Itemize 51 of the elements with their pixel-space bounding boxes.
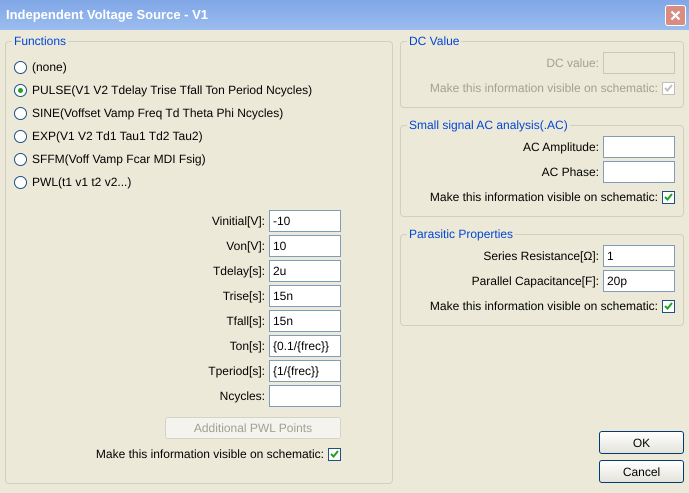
- radio-option[interactable]: SINE(Voffset Vamp Freq Td Theta Phi Ncycles): [14, 104, 384, 122]
- dialog-button[interactable]: OK: [599, 431, 684, 454]
- field-label: Ncycles:: [220, 388, 265, 405]
- input-field[interactable]: 1: [603, 245, 675, 267]
- field-label: DC value:: [546, 55, 599, 72]
- checkbox[interactable]: [328, 448, 341, 460]
- check-icon: [330, 450, 339, 458]
- dialog-button[interactable]: Cancel: [599, 460, 684, 483]
- input-field[interactable]: 2u: [269, 260, 341, 282]
- field-label: Ton[s]:: [230, 338, 265, 355]
- field-label: AC Amplitude:: [522, 139, 599, 156]
- input-field[interactable]: {0.1/{frec}}: [269, 335, 341, 357]
- window-title: Independent Voltage Source - V1: [6, 6, 208, 24]
- group-title: DC Value: [408, 33, 460, 50]
- radio-option[interactable]: PULSE(V1 V2 Tdelay Trise Tfall Ton Period Ncycles): [14, 81, 384, 99]
- input-field[interactable]: [603, 136, 675, 158]
- checkbox-label: Make this information visible on schematic:: [430, 298, 658, 315]
- input-field[interactable]: 20p: [603, 270, 675, 292]
- checkbox-label: Make this information visible on schematic:: [96, 446, 324, 463]
- checkbox-label: Make this information visible on schematic:: [430, 189, 658, 206]
- check-icon: [664, 302, 673, 310]
- check-icon: [664, 84, 673, 92]
- check-icon: [664, 193, 673, 201]
- input-field[interactable]: [269, 385, 341, 407]
- input-field[interactable]: {1/{frec}}: [269, 360, 341, 382]
- radio-option[interactable]: (none): [14, 58, 384, 76]
- input-field[interactable]: 15n: [269, 285, 341, 307]
- input-field[interactable]: 10: [269, 235, 341, 257]
- radio-option[interactable]: SFFM(Voff Vamp Fcar MDI Fsig): [14, 150, 384, 168]
- field-label: Tdelay[s]:: [212, 263, 265, 280]
- group-title: Parasitic Properties: [408, 226, 514, 243]
- group-title: Functions: [13, 33, 68, 50]
- group-title: Small signal AC analysis(.AC): [408, 117, 569, 134]
- input-field[interactable]: 15n: [269, 310, 341, 332]
- field-label: Von[V]:: [226, 238, 265, 255]
- input-field[interactable]: [603, 161, 675, 183]
- field-label: Parallel Capacitance[F]:: [472, 273, 599, 290]
- field-label: Vinitial[V]:: [212, 213, 265, 230]
- close-icon: [670, 10, 681, 20]
- radio-option[interactable]: EXP(V1 V2 Td1 Tau1 Td2 Tau2): [14, 127, 384, 145]
- input-field[interactable]: -10: [269, 210, 341, 232]
- checkbox[interactable]: [662, 300, 675, 312]
- checkbox[interactable]: [662, 190, 675, 204]
- field-label: Tfall[s]:: [226, 313, 265, 330]
- radio-option[interactable]: PWL(t1 v1 t2 v2...): [14, 173, 384, 191]
- field-label: Series Resistance[Ω]:: [483, 248, 599, 265]
- close-button[interactable]: [665, 4, 686, 26]
- field-label: Tperiod[s]:: [208, 363, 265, 380]
- field-label: Trise[s]:: [222, 288, 265, 305]
- checkbox-label: Make this information visible on schematic:: [430, 80, 658, 97]
- field-label: AC Phase:: [542, 164, 599, 181]
